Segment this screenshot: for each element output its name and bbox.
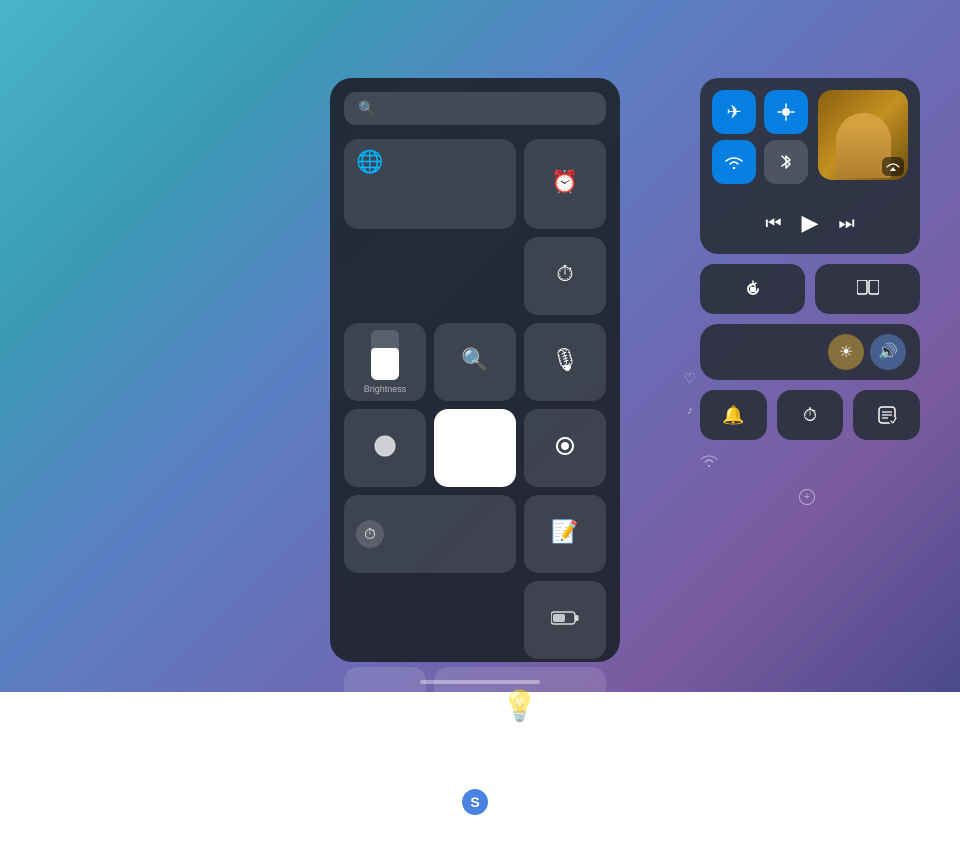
low-power-icon xyxy=(551,589,579,647)
dark-mode-icon xyxy=(373,417,397,475)
bell-button[interactable]: 🔔 xyxy=(700,390,767,440)
focus-sun-button[interactable]: ☀ xyxy=(828,334,864,370)
album-art xyxy=(818,90,908,180)
home-bulb-icon: 💡 xyxy=(501,689,538,724)
playback-controls: ⏮ ▶ ⏭ xyxy=(716,204,904,242)
shazam-icon: S xyxy=(462,773,488,831)
magnifier-icon: 🔍 xyxy=(461,331,488,389)
notes-button[interactable] xyxy=(853,390,920,440)
brightness-slider[interactable]: Brightness xyxy=(344,323,426,401)
brightness-label: Brightness xyxy=(364,384,407,395)
stopwatch-tile[interactable]: ⏱ xyxy=(344,495,516,573)
wifi-strength-icon xyxy=(700,454,718,471)
timer-tile[interactable]: ⏱ xyxy=(524,237,606,315)
quick-note-icon: 📝 xyxy=(551,503,578,561)
right-panel: ✈ xyxy=(700,78,920,509)
add-control-row[interactable]: + xyxy=(700,485,920,509)
screen-recording-tile[interactable] xyxy=(524,409,606,487)
screen-mirroring-tile[interactable] xyxy=(344,765,426,843)
wifi-button[interactable] xyxy=(712,140,756,184)
screen-mirroring-icon xyxy=(374,773,396,831)
scan-code-tile[interactable] xyxy=(344,667,426,757)
low-power-tile[interactable] xyxy=(524,581,606,659)
voice-memo-icon: 🎙 xyxy=(551,331,579,389)
dark-mode-tile[interactable] xyxy=(344,409,426,487)
side-icons: ♡ ♪ xyxy=(683,370,696,417)
quick-note-tile[interactable]: 📝 xyxy=(524,495,606,573)
timer-icon: ⏱ xyxy=(556,245,573,303)
voice-memo-tile[interactable]: 🎙 xyxy=(524,323,606,401)
search-bar[interactable]: 🔍 xyxy=(344,92,606,125)
music-note-icon: ♪ xyxy=(687,403,693,417)
airplay-icon xyxy=(882,157,904,176)
bluetooth-button[interactable] xyxy=(764,140,808,184)
prev-button[interactable]: ⏮ xyxy=(763,211,783,236)
screen-recording-icon xyxy=(556,417,574,475)
text-size-tile[interactable] xyxy=(434,409,516,487)
now-playing-card: ✈ xyxy=(700,78,920,254)
screen-mirror-button[interactable] xyxy=(815,264,920,314)
alarm-icon: ⏰ xyxy=(551,147,578,217)
home-indicator xyxy=(420,680,540,684)
airdrop-button[interactable] xyxy=(764,90,808,134)
search-input[interactable] xyxy=(383,100,592,117)
play-button[interactable]: ▶ xyxy=(800,208,821,238)
controls-grid: 🌐 ⏰ ⏱ Brightness 🔍 xyxy=(344,139,606,843)
focus-row: ☀ 🔊 xyxy=(700,324,920,380)
heart-icon: ♡ xyxy=(683,370,696,387)
scan-code-icon xyxy=(374,675,396,745)
magnifier-tile[interactable]: 🔍 xyxy=(434,323,516,401)
airplane-button[interactable]: ✈ xyxy=(712,90,756,134)
now-playing-top: ✈ xyxy=(712,90,908,184)
bottom-row: 🔔 ⏱ xyxy=(700,390,920,440)
alarm-tile[interactable]: ⏰ xyxy=(524,139,606,229)
timer-bottom-button[interactable]: ⏱ xyxy=(777,390,844,440)
stopwatch-icon: ⏱ xyxy=(356,520,384,548)
next-button[interactable]: ⏭ xyxy=(836,211,856,236)
search-icon: 🔍 xyxy=(358,100,375,117)
lock-rotation-button[interactable] xyxy=(700,264,805,314)
lock-row xyxy=(700,264,920,314)
translate-tile[interactable]: 🌐 xyxy=(344,139,516,229)
focus-volume-button[interactable]: 🔊 xyxy=(870,334,906,370)
focus-icons: ☀ 🔊 xyxy=(828,334,906,370)
add-control-icon: + xyxy=(799,489,815,505)
wifi-indicator-row xyxy=(700,450,920,475)
control-center-panel: 🔍 🌐 ⏰ ⏱ Brig xyxy=(330,78,620,662)
recognize-music-tile[interactable]: S xyxy=(434,765,516,843)
